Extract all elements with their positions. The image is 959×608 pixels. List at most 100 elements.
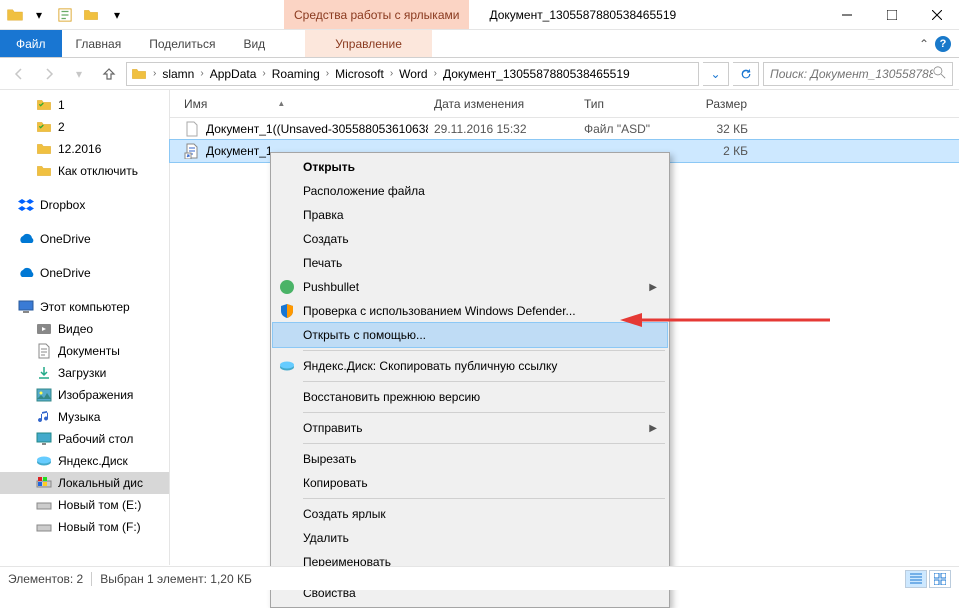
folder-icon (36, 119, 52, 135)
cm-restore-previous[interactable]: Восстановить прежнюю версию (273, 385, 667, 409)
title-bar: ▾ ▾ Средства работы с ярлыками Документ_… (0, 0, 959, 30)
nav-volume-e[interactable]: Новый том (E:) (0, 494, 169, 516)
cm-create-shortcut[interactable]: Создать ярлык (273, 502, 667, 526)
nav-folder-1[interactable]: 1 (0, 94, 169, 116)
qat-dropdown2-icon[interactable]: ▾ (106, 4, 128, 26)
column-type[interactable]: Тип (578, 97, 678, 111)
nav-this-pc[interactable]: Этот компьютер (0, 296, 169, 318)
tab-view[interactable]: Вид (229, 30, 279, 57)
breadcrumb-item[interactable]: Документ_1305587880538465519 (443, 67, 630, 81)
nav-folder-12-2016[interactable]: 12.2016 (0, 138, 169, 160)
breadcrumb-item[interactable]: Roaming (272, 67, 320, 81)
chevron-icon[interactable]: › (384, 68, 399, 79)
chevron-icon[interactable]: › (320, 68, 335, 79)
column-size[interactable]: Размер (678, 97, 758, 111)
nav-onedrive-1[interactable]: OneDrive (0, 228, 169, 250)
cm-copy[interactable]: Копировать (273, 471, 667, 495)
nav-volume-f[interactable]: Новый том (F:) (0, 516, 169, 538)
icons-view-button[interactable] (929, 570, 951, 588)
nav-back-button[interactable] (6, 61, 32, 87)
qat-new-folder-icon[interactable] (80, 4, 102, 26)
nav-onedrive-2[interactable]: OneDrive (0, 262, 169, 284)
cm-pushbullet[interactable]: Pushbullet▶ (273, 275, 667, 299)
nav-label: Яндекс.Диск (58, 454, 128, 468)
tab-file[interactable]: Файл (0, 30, 62, 57)
chevron-icon[interactable]: › (194, 68, 209, 79)
nav-music[interactable]: Музыка (0, 406, 169, 428)
onedrive-icon (18, 265, 34, 281)
menu-separator (303, 381, 665, 382)
nav-desktop[interactable]: Рабочий стол (0, 428, 169, 450)
videos-icon (36, 321, 52, 337)
nav-recent-dropdown[interactable]: ▾ (66, 61, 92, 87)
sort-asc-icon: ▲ (277, 99, 285, 108)
submenu-arrow-icon: ▶ (649, 423, 657, 434)
dropbox-icon (18, 197, 34, 213)
search-input[interactable] (770, 67, 933, 81)
nav-forward-button[interactable] (36, 61, 62, 87)
breadcrumb[interactable]: › slamn › AppData › Roaming › Microsoft … (126, 62, 699, 86)
drive-icon (36, 497, 52, 513)
cm-new[interactable]: Создать (273, 227, 667, 251)
nav-label: Новый том (F:) (58, 520, 141, 534)
tab-manage[interactable]: Управление (305, 30, 432, 57)
nav-folder-2[interactable]: 2 (0, 116, 169, 138)
address-dropdown-button[interactable]: ⌄ (703, 62, 729, 86)
folder-icon (36, 141, 52, 157)
tab-home[interactable]: Главная (62, 30, 136, 57)
cm-edit[interactable]: Правка (273, 203, 667, 227)
column-name[interactable]: Имя▲ (178, 97, 428, 111)
chevron-icon[interactable]: › (147, 68, 162, 79)
cm-file-location[interactable]: Расположение файла (273, 179, 667, 203)
cm-open-with[interactable]: Открыть с помощью... (273, 323, 667, 347)
breadcrumb-item[interactable]: Microsoft (335, 67, 384, 81)
menu-separator (303, 498, 665, 499)
navigation-pane[interactable]: 1 2 12.2016 Как отключить Dropbox OneDri… (0, 90, 170, 565)
cm-send-to[interactable]: Отправить▶ (273, 416, 667, 440)
nav-label: Видео (58, 322, 93, 336)
contextual-tools-label: Средства работы с ярлыками (284, 0, 469, 29)
cm-cut[interactable]: Вырезать (273, 447, 667, 471)
cm-open[interactable]: Открыть (273, 155, 667, 179)
nav-label: 12.2016 (58, 142, 101, 156)
chevron-icon[interactable]: › (256, 68, 271, 79)
cm-print[interactable]: Печать (273, 251, 667, 275)
breadcrumb-item[interactable]: Word (399, 67, 427, 81)
tab-share[interactable]: Поделиться (135, 30, 229, 57)
nav-dropbox[interactable]: Dropbox (0, 194, 169, 216)
nav-downloads[interactable]: Загрузки (0, 362, 169, 384)
nav-label: Документы (58, 344, 120, 358)
cm-yandex-copy-link[interactable]: Яндекс.Диск: Скопировать публичную ссылк… (273, 354, 667, 378)
breadcrumb-item[interactable]: AppData (210, 67, 257, 81)
file-icon (184, 121, 200, 137)
drive-icon (36, 519, 52, 535)
nav-folder-howto[interactable]: Как отключить (0, 160, 169, 182)
nav-pictures[interactable]: Изображения (0, 384, 169, 406)
details-view-button[interactable] (905, 570, 927, 588)
breadcrumb-item[interactable]: slamn (162, 67, 194, 81)
nav-up-button[interactable] (96, 61, 122, 87)
folder-icon (36, 97, 52, 113)
close-button[interactable] (914, 0, 959, 30)
maximize-button[interactable] (869, 0, 914, 30)
search-icon[interactable] (933, 66, 946, 82)
qat-dropdown-icon[interactable]: ▾ (28, 4, 50, 26)
nav-documents[interactable]: Документы (0, 340, 169, 362)
onedrive-icon (18, 231, 34, 247)
nav-videos[interactable]: Видео (0, 318, 169, 340)
qat-properties-icon[interactable] (54, 4, 76, 26)
search-box[interactable] (763, 62, 953, 86)
minimize-button[interactable] (824, 0, 869, 30)
nav-label: Музыка (58, 410, 100, 424)
cm-delete[interactable]: Удалить (273, 526, 667, 550)
chevron-icon[interactable]: › (428, 68, 443, 79)
column-date[interactable]: Дата изменения (428, 97, 578, 111)
collapse-ribbon-icon[interactable]: ⌃ (919, 37, 929, 51)
nav-yandex-disk[interactable]: Яндекс.Диск (0, 450, 169, 472)
cm-defender-scan[interactable]: Проверка с использованием Windows Defend… (273, 299, 667, 323)
file-row[interactable]: Документ_1((Unsaved-305588053610638... 2… (170, 118, 959, 140)
nav-local-disk[interactable]: Локальный дис (0, 472, 169, 494)
nav-label: Как отключить (58, 164, 138, 178)
help-icon[interactable]: ? (935, 36, 951, 52)
refresh-button[interactable] (733, 62, 759, 86)
